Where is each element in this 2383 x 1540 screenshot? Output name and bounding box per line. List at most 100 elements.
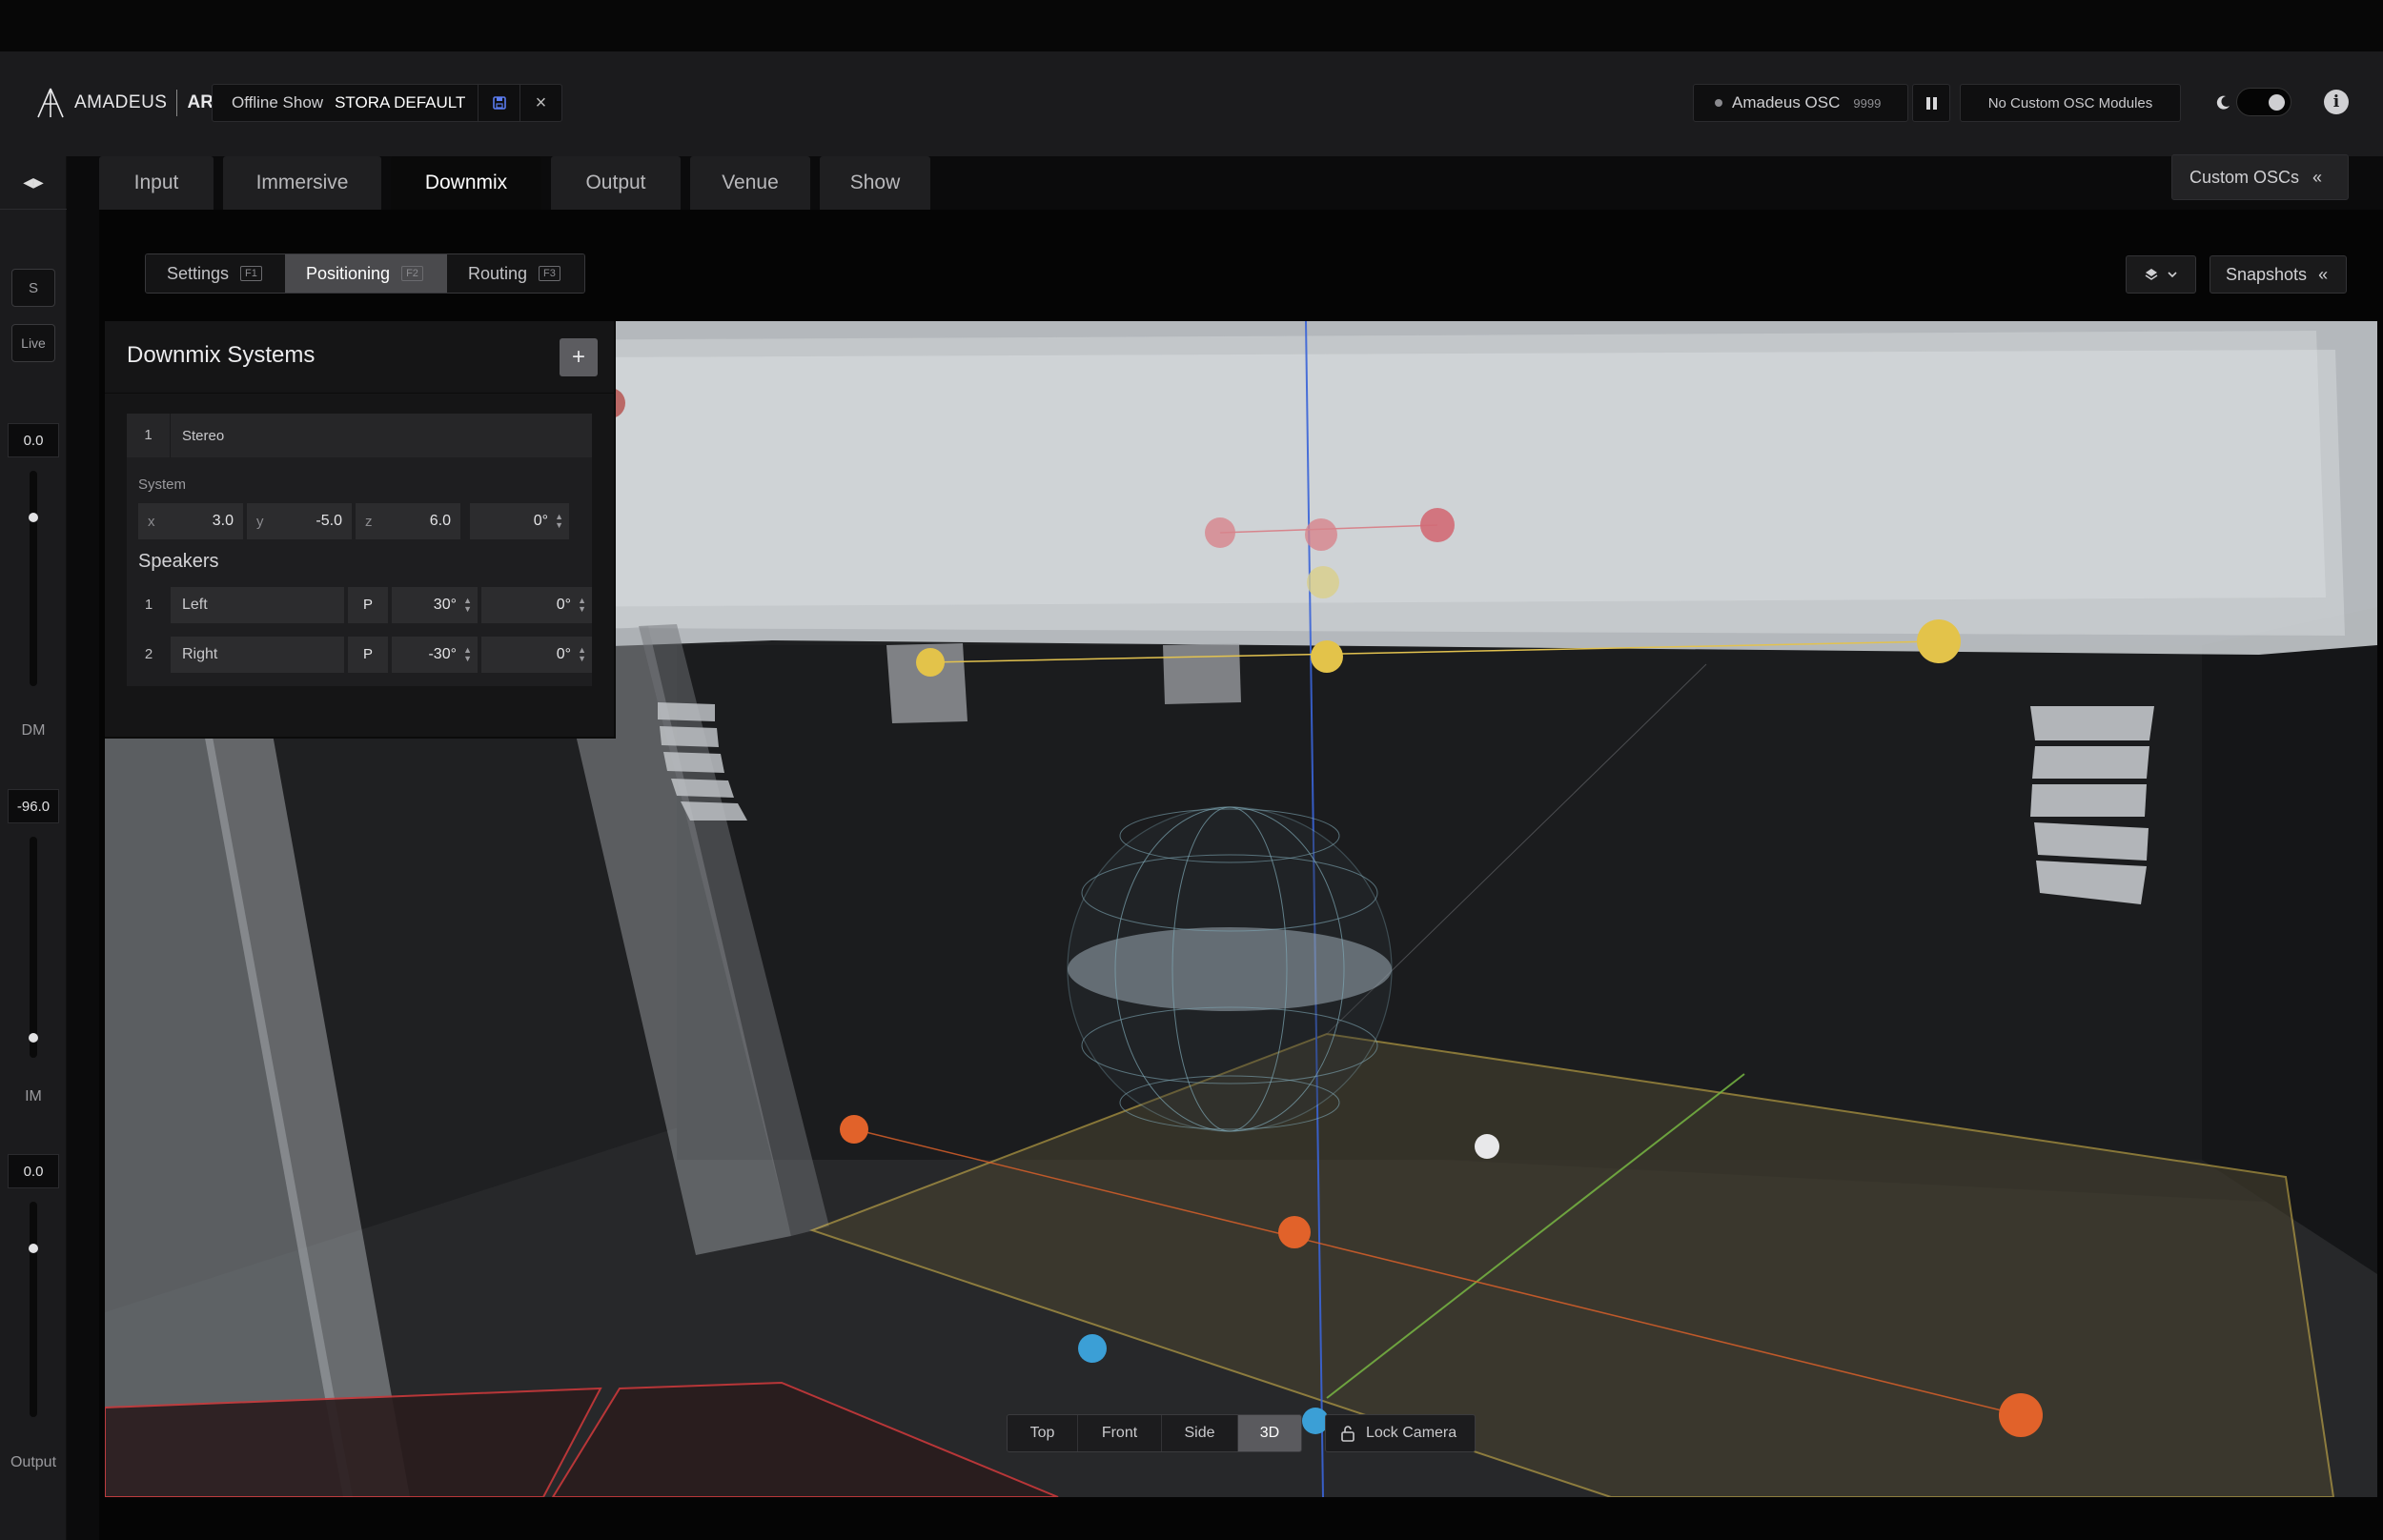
- speaker-mode-button[interactable]: P: [348, 637, 388, 673]
- tab-immersive[interactable]: Immersive: [223, 156, 381, 210]
- custom-oscs-label: Custom OSCs: [2190, 167, 2300, 187]
- system-y-field[interactable]: y -5.0: [247, 503, 352, 539]
- sidebar-collapse-button[interactable]: ◀▶: [0, 156, 67, 210]
- brand-name: AMADEUS: [74, 92, 168, 112]
- speaker-row: 2 Right P -30° ▲ ▼ 0° ▲ ▼: [127, 637, 592, 673]
- speakers-section-label: Speakers: [138, 551, 219, 572]
- speaker-node[interactable]: [1420, 508, 1455, 542]
- chevron-down-icon: [2168, 272, 2177, 278]
- downmix-speaker-center[interactable]: [1311, 640, 1343, 673]
- source-node[interactable]: [840, 1115, 868, 1144]
- speaker-row: 1 Left P 30° ▲ ▼ 0° ▲ ▼: [127, 587, 592, 623]
- save-icon: [492, 96, 506, 110]
- output-label: Output: [10, 1454, 57, 1470]
- osc-modules-button[interactable]: No Custom OSC Modules: [1960, 84, 2181, 122]
- custom-oscs-button[interactable]: Custom OSCs «: [2171, 154, 2349, 200]
- plus-icon: +: [571, 344, 585, 370]
- osc-pause-button[interactable]: [1912, 84, 1950, 122]
- speaker-node[interactable]: [1305, 518, 1337, 551]
- layers-dropdown[interactable]: [2126, 255, 2196, 294]
- speaker-elevation-field[interactable]: 0° ▲ ▼: [481, 637, 592, 673]
- source-node[interactable]: [1475, 1134, 1499, 1159]
- dm-label: DM: [21, 722, 46, 739]
- subtab-positioning[interactable]: Positioning F2: [285, 254, 447, 293]
- show-name: STORA DEFAULT: [335, 93, 466, 111]
- im-level-value[interactable]: -96.0: [8, 789, 59, 823]
- view-front-button[interactable]: Front: [1078, 1415, 1162, 1451]
- view-mode-selector: Top Front Side 3D: [1007, 1414, 1302, 1452]
- tab-downmix[interactable]: Downmix: [391, 156, 541, 210]
- system-name[interactable]: Stereo: [171, 428, 224, 444]
- downmix-systems-panel: Downmix Systems + 1 Stereo System x 3.0 …: [105, 321, 616, 739]
- im-fader[interactable]: [29, 837, 38, 1058]
- main-tabs: Input Immersive Downmix Output Venue Sho…: [99, 156, 930, 210]
- live-button[interactable]: Live: [11, 324, 55, 362]
- collapse-arrows-icon: ◀▶: [23, 174, 44, 190]
- output-fader-knob[interactable]: [29, 1244, 38, 1253]
- speaker-node[interactable]: [1205, 517, 1235, 548]
- theme-toggle[interactable]: [2236, 88, 2291, 116]
- tab-venue[interactable]: Venue: [690, 156, 810, 210]
- info-icon[interactable]: i: [2324, 90, 2349, 114]
- stepper-icon: ▲ ▼: [555, 512, 563, 530]
- downmix-speaker-left[interactable]: [916, 648, 945, 677]
- tab-input[interactable]: Input: [99, 156, 214, 210]
- view-3d-button[interactable]: 3D: [1238, 1415, 1301, 1451]
- shortcut-key: F2: [401, 266, 423, 281]
- speaker-azimuth-field[interactable]: 30° ▲ ▼: [392, 587, 478, 623]
- panel-title: Downmix Systems: [127, 342, 316, 368]
- tab-output[interactable]: Output: [551, 156, 681, 210]
- system-x-field[interactable]: x 3.0: [138, 503, 243, 539]
- system-section-label: System: [138, 476, 187, 493]
- show-selector[interactable]: Offline Show STORA DEFAULT ×: [212, 84, 562, 122]
- subtab-routing[interactable]: Routing F3: [447, 254, 584, 293]
- dm-level-value[interactable]: 0.0: [8, 423, 59, 457]
- left-sidebar: ◀▶ S Live 0.0 DM -96.0 IM 0.0 Output: [0, 156, 67, 1540]
- system-z-field[interactable]: z 6.0: [356, 503, 460, 539]
- view-top-button[interactable]: Top: [1008, 1415, 1078, 1451]
- system-row[interactable]: 1 Stereo: [127, 414, 592, 457]
- osc-status-dot: [1715, 99, 1722, 107]
- logo-divider: [176, 90, 178, 116]
- speaker-name-field[interactable]: Left: [171, 587, 344, 623]
- stepper-icon: ▲ ▼: [578, 596, 586, 614]
- speaker-index: 2: [144, 646, 153, 662]
- speaker-elevation-field[interactable]: 0° ▲ ▼: [481, 587, 592, 623]
- tab-show[interactable]: Show: [820, 156, 930, 210]
- show-mode-label: Offline Show: [232, 93, 324, 111]
- downmix-speaker-right[interactable]: [1917, 619, 1961, 663]
- solo-button[interactable]: S: [11, 269, 55, 307]
- lock-camera-label: Lock Camera: [1366, 1425, 1457, 1441]
- shortcut-key: F3: [539, 266, 560, 281]
- snapshots-button[interactable]: Snapshots «: [2210, 255, 2347, 294]
- source-node[interactable]: [1278, 1216, 1311, 1248]
- unlock-icon: [1341, 1426, 1354, 1442]
- sub-tabs: Settings F1 Positioning F2 Routing F3: [145, 253, 585, 294]
- speaker-array-right: [2030, 706, 2154, 904]
- view-side-button[interactable]: Side: [1162, 1415, 1238, 1451]
- add-system-button[interactable]: +: [560, 338, 598, 376]
- source-node[interactable]: [1999, 1393, 2043, 1437]
- osc-status[interactable]: Amadeus OSC 9999: [1693, 84, 1908, 122]
- source-node[interactable]: [1307, 566, 1339, 598]
- im-label: IM: [25, 1088, 42, 1104]
- output-fader[interactable]: [29, 1202, 38, 1417]
- listener-sphere[interactable]: [1067, 806, 1393, 1132]
- speaker-azimuth-field[interactable]: -30° ▲ ▼: [392, 637, 478, 673]
- dm-fader[interactable]: [29, 471, 38, 686]
- osc-port: 9999: [1853, 95, 1882, 111]
- save-show-button[interactable]: [478, 85, 519, 121]
- app-logo: AMADEUS ART: [36, 86, 225, 120]
- dm-fader-knob[interactable]: [29, 513, 38, 522]
- source-node[interactable]: [1078, 1334, 1107, 1363]
- speaker-mode-button[interactable]: P: [348, 587, 388, 623]
- output-level-value[interactable]: 0.0: [8, 1154, 59, 1188]
- subtab-settings[interactable]: Settings F1: [146, 254, 285, 293]
- top-strip: [0, 0, 2383, 51]
- speaker-name-field[interactable]: Right: [171, 637, 344, 673]
- im-fader-knob[interactable]: [29, 1033, 38, 1043]
- layers-icon: [2145, 269, 2158, 280]
- lock-camera-button[interactable]: Lock Camera: [1325, 1414, 1476, 1452]
- close-show-button[interactable]: ×: [519, 85, 561, 121]
- system-rotation-field[interactable]: 0° ▲ ▼: [470, 503, 569, 539]
